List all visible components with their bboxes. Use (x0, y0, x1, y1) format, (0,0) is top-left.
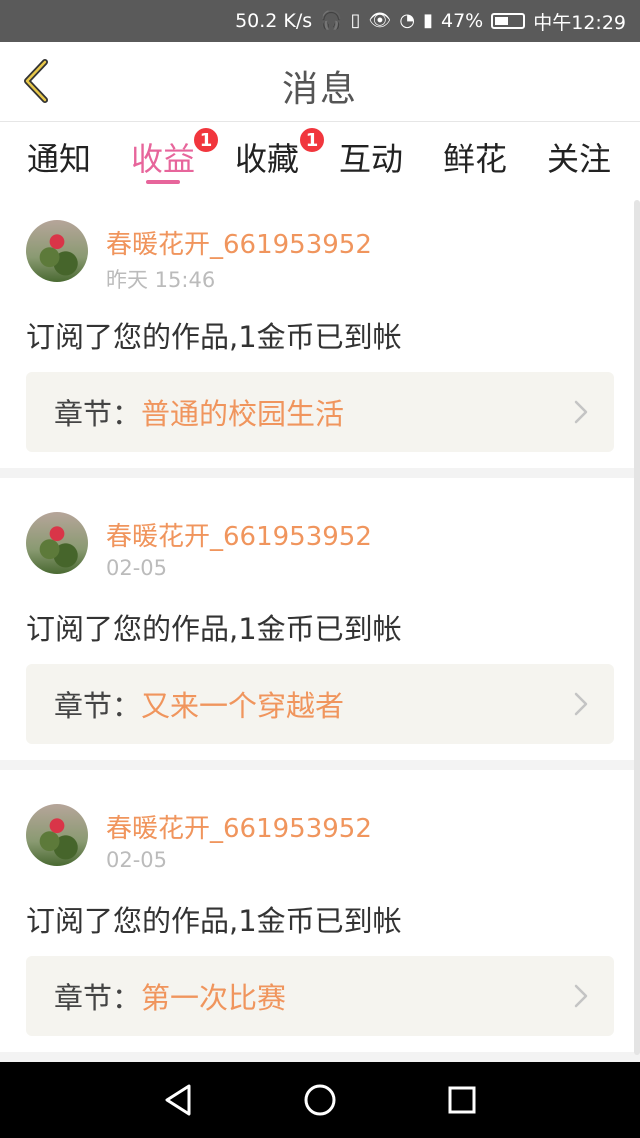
nav-home-button[interactable] (300, 1080, 340, 1120)
chapter-title: 又来一个穿越者 (141, 689, 345, 723)
wifi-icon: ◔ (399, 10, 416, 31)
message-time: 02-05 (106, 556, 168, 580)
status-bar: 50.2 K/s 🎧 ▯ 👁 ◔ ▮ 47% 中午12:29 (0, 0, 640, 42)
message-card: 春暖花开_661953952 02-05 订阅了您的作品,1金币已到帐 章节： … (0, 770, 640, 1052)
chapter-prefix: 章节： (54, 397, 142, 431)
nav-recents-button[interactable] (442, 1080, 482, 1120)
eye-icon: 👁 (368, 10, 392, 31)
tab-label: 收藏 (234, 140, 299, 178)
avatar[interactable] (26, 220, 88, 282)
tab-following[interactable]: 关注 (526, 134, 632, 184)
tab-earnings[interactable]: 收益 1 (110, 126, 220, 184)
avatar[interactable] (26, 512, 88, 574)
system-nav-bar (0, 1062, 640, 1138)
tab-bar: 通知 收益 1 收藏 1 互动 鲜花 关注 (0, 122, 640, 186)
message-card: 春暖花开_661953952 昨天 15:46 订阅了您的作品,1金币已到帐 章… (0, 186, 640, 468)
chapter-title: 第一次比赛 (141, 981, 287, 1015)
sim-alert-icon: ▮ (423, 10, 433, 31)
chapter-link[interactable]: 章节： 普通的校园生活 (26, 372, 614, 452)
tab-label: 通知 (26, 140, 91, 178)
tab-notifications[interactable]: 通知 (6, 134, 112, 184)
tab-flowers[interactable]: 鲜花 (422, 134, 528, 184)
scrollbar[interactable] (634, 200, 640, 1055)
sender-name[interactable]: 春暖花开_661953952 (106, 516, 372, 553)
chapter-link[interactable]: 章节： 第一次比赛 (26, 956, 614, 1036)
message-text: 订阅了您的作品,1金币已到帐 (26, 320, 402, 354)
header-bar: 消息 (0, 42, 640, 122)
chevron-right-icon (574, 692, 588, 716)
square-recents-icon (448, 1086, 476, 1114)
message-text: 订阅了您的作品,1金币已到帐 (26, 904, 402, 938)
tab-label: 互动 (338, 140, 403, 178)
message-card: 春暖花开_661953952 02-05 订阅了您的作品,1金币已到帐 章节： … (0, 478, 640, 760)
battery-percent: 47% (441, 10, 484, 32)
tab-label: 关注 (546, 140, 611, 178)
network-speed: 50.2 K/s (235, 10, 313, 32)
battery-icon (491, 13, 526, 29)
tab-label: 鲜花 (442, 140, 507, 178)
chapter-prefix: 章节： (54, 689, 142, 723)
circle-home-icon (304, 1084, 336, 1116)
chapter-prefix: 章节： (54, 981, 142, 1015)
tab-interactions[interactable]: 互动 (318, 134, 424, 184)
message-time: 昨天 15:46 (106, 268, 216, 292)
vibrate-icon: ▯ (350, 10, 361, 31)
sender-name[interactable]: 春暖花开_661953952 (106, 224, 372, 261)
message-text: 订阅了您的作品,1金币已到帐 (26, 612, 402, 646)
triangle-back-icon (165, 1084, 191, 1116)
tab-label: 收益 (130, 140, 195, 178)
chapter-link[interactable]: 章节： 又来一个穿越者 (26, 664, 614, 744)
chapter-title: 普通的校园生活 (141, 397, 345, 431)
message-time: 02-05 (106, 848, 168, 872)
tab-favorites[interactable]: 收藏 1 (214, 126, 326, 184)
sender-name[interactable]: 春暖花开_661953952 (106, 808, 372, 845)
nav-back-button[interactable] (158, 1080, 198, 1120)
avatar[interactable] (26, 804, 88, 866)
page-title: 消息 (281, 69, 358, 110)
chevron-right-icon (574, 984, 588, 1008)
headphones-icon: 🎧 (320, 10, 343, 31)
chevron-right-icon (574, 400, 588, 424)
clock: 中午12:29 (533, 11, 626, 34)
active-tab-indicator (146, 180, 180, 184)
message-list[interactable]: 春暖花开_661953952 昨天 15:46 订阅了您的作品,1金币已到帐 章… (0, 186, 640, 1062)
